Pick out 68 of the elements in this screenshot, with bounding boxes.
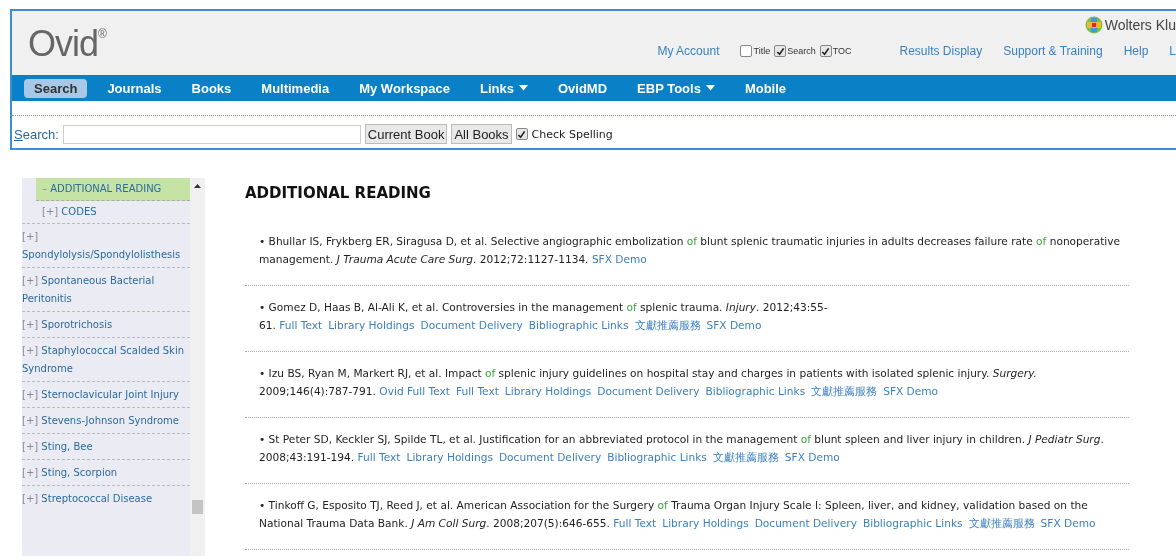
reference-link[interactable]: Document Delivery: [754, 517, 857, 529]
nav-tab[interactable]: EBP Tools: [627, 78, 725, 98]
nav-tab[interactable]: Links: [470, 78, 538, 98]
section-heading: ADDITIONAL READING: [245, 184, 432, 202]
reference-link[interactable]: 文獻推薦服務: [968, 517, 1035, 529]
checkbox-label: Title: [753, 46, 771, 56]
checkbox-label: TOC: [832, 46, 852, 56]
checkbox[interactable]: [819, 45, 832, 57]
search-button[interactable]: Current Book: [364, 124, 448, 144]
caret-icon: [518, 85, 528, 91]
header-link[interactable]: L: [1169, 44, 1176, 58]
brand-name: Wolters Klu: [1104, 17, 1176, 33]
nav-tab[interactable]: Multimedia: [251, 78, 340, 98]
reference-link[interactable]: SFX Demo: [591, 253, 647, 265]
reference-link[interactable]: SFX Demo: [883, 385, 939, 397]
sidebar-item[interactable]: – ADDITIONAL READING: [36, 178, 190, 201]
reference-link[interactable]: Full Text: [279, 319, 323, 331]
logo: Ovid$^{®}$: [27, 22, 106, 66]
scrollbar-thumb[interactable]: [192, 500, 203, 514]
nav-tab[interactable]: Mobile: [734, 78, 797, 98]
reference-link[interactable]: Document Delivery: [597, 385, 700, 397]
checkbox[interactable]: [774, 45, 787, 57]
caret-icon: [705, 85, 715, 91]
reference-link[interactable]: Bibliographic Links: [705, 385, 806, 397]
nav-tab[interactable]: Books: [181, 78, 242, 98]
reference-link[interactable]: SFX Demo: [1040, 517, 1096, 529]
reference-link[interactable]: Library Holdings: [328, 319, 415, 331]
reference-link[interactable]: SFX Demo: [706, 319, 762, 331]
checkbox-label: Search: [787, 46, 816, 56]
checkbox-label: Check Spelling: [531, 127, 613, 141]
scroll-up-icon[interactable]: [194, 184, 201, 188]
reference-link[interactable]: Full Text: [455, 385, 499, 397]
reference-link[interactable]: 文獻推薦服務: [634, 319, 701, 331]
account-link[interactable]: My Account: [657, 44, 720, 58]
reference-link[interactable]: Document Delivery: [498, 451, 602, 463]
reference-citation: • Tinkoff G, Esposito TJ, Reed J, et al. American Association for the Surgery of Trauma Organ Injury Scale I: Spleen, liver, and kidney, validation based on the National Trauma Data Bank. J Am Coll Surg. 2008;207(5):646-655. Full Text Library Holdings Document Delivery Bibliographic Links 文獻推薦服務 SFX Demo: [259, 498, 1097, 531]
scrollbar[interactable]: [190, 178, 205, 556]
reference-link[interactable]: Document Delivery: [420, 319, 523, 331]
reference-link[interactable]: 文獻推薦服務: [811, 385, 878, 397]
reference-link[interactable]: SFX Demo: [784, 451, 840, 463]
search-button[interactable]: All Books: [451, 124, 512, 144]
nav-tab[interactable]: OvidMD: [547, 78, 618, 98]
checkbox[interactable]: [515, 128, 528, 140]
reference-link[interactable]: 文獻推薦服務: [712, 451, 779, 463]
reference-link[interactable]: Full Text: [357, 451, 401, 463]
nav-tab[interactable]: Journals: [97, 78, 172, 98]
reference-link[interactable]: Bibliographic Links: [528, 319, 629, 331]
sidebar-item[interactable]: [+] CODES: [22, 201, 190, 223]
reference-link[interactable]: Library Holdings: [406, 451, 493, 463]
checkbox[interactable]: [740, 45, 753, 57]
reference-link[interactable]: Library Holdings: [504, 385, 592, 397]
reference-link[interactable]: Bibliographic Links: [607, 451, 707, 463]
header-link[interactable]: Help: [1123, 44, 1149, 58]
reference-link[interactable]: Ovid Full Text: [379, 385, 450, 397]
nav-tab[interactable]: My Workspace: [349, 78, 460, 98]
reference-citation: • Izu BS, Ryan M, Markert RJ, et al. Impact of splenic injury guidelines on hospital stay and charges in patients with isolated splenic injury. Surgery. 2009;146(4):787-791. Ovid Full Text Full Text Library Holdings Document Delivery Bibliographic Links 文獻推薦服務 SFX Demo: [259, 366, 1038, 399]
reference-link[interactable]: Library Holdings: [662, 517, 749, 529]
header-link[interactable]: Results Display: [899, 44, 983, 58]
reference-citation: • Gomez D, Haas B, Al-Ali K, et al. Controversies in the management of splenic trauma. Injury. 2012;43:55-61. Full Text Library Holdings Document Delivery Bibliographic Links 文獻推薦服務 SFX Demo: [259, 300, 829, 333]
nav-tab[interactable]: Search: [24, 78, 88, 98]
globe-icon: [1084, 16, 1103, 34]
reference-link[interactable]: Bibliographic Links: [862, 517, 963, 529]
reference-citation: • St Peter SD, Keckler SJ, Spilde TL, et al. Justification for an abbreviated protocol in the management of blunt spleen and liver injury in children. J Pediatr Surg. 2008;43:191-194. Full Text Library Holdings Document Delivery Bibliographic Links 文獻推薦服務 SFX Demo: [259, 432, 1105, 465]
reference-citation: • Bhullar IS, Frykberg ER, Siragusa D, et al. Selective angiographic embolization of blunt splenic traumatic injuries in adults decreases failure rate of nonoperative management. J Trauma Acute Care Surg. 2012;72:1127-1134. SFX Demo: [259, 234, 1122, 267]
search-field[interactable]: [62, 124, 361, 144]
header-link[interactable]: Support & Training: [1003, 44, 1103, 58]
search-label: Search:: [14, 126, 59, 142]
reference-link[interactable]: Full Text: [613, 517, 657, 529]
